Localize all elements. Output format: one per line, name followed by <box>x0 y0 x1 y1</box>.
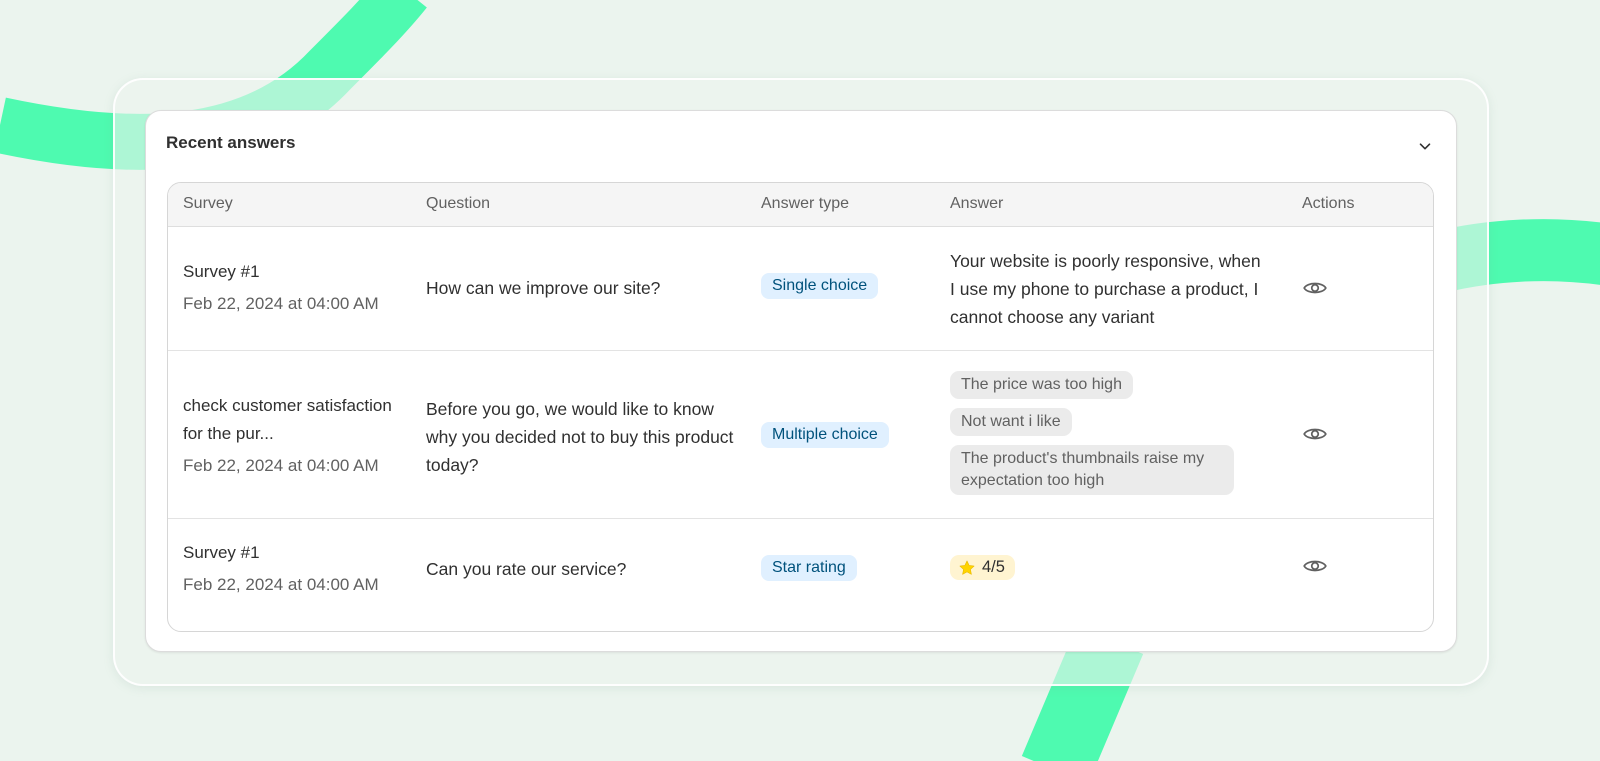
table-header: Survey Question Answer type Answer Actio… <box>168 183 1433 227</box>
eye-icon[interactable] <box>1302 275 1328 301</box>
survey-cell: Survey #1 Feb 22, 2024 at 04:00 AM <box>183 258 413 316</box>
survey-cell: check customer satisfaction for the pur.… <box>183 392 413 478</box>
answer-chip: The product's thumbnails raise my expect… <box>950 445 1234 495</box>
answer-type-cell: Multiple choice <box>761 422 889 448</box>
survey-cell: Survey #1 Feb 22, 2024 at 04:00 AM <box>183 539 413 597</box>
answer-chip: Not want i like <box>950 408 1072 436</box>
chevron-down-icon[interactable] <box>1416 137 1434 155</box>
table-row: check customer satisfaction for the pur.… <box>168 351 1433 519</box>
survey-name: check customer satisfaction for the pur.… <box>183 396 392 443</box>
header-answer: Answer <box>950 195 1004 212</box>
eye-icon[interactable] <box>1302 421 1328 447</box>
table-row: Survey #1 Feb 22, 2024 at 04:00 AM How c… <box>168 226 1433 351</box>
rating-chip: 4/5 <box>950 555 1015 580</box>
answer-type-badge: Single choice <box>761 273 879 299</box>
answer-type-badge: Multiple choice <box>761 422 889 448</box>
answer-type-badge: Star rating <box>761 555 857 581</box>
survey-name: Survey #1 <box>183 262 260 281</box>
survey-date: Feb 22, 2024 at 04:00 AM <box>183 456 379 475</box>
table-row: Survey #1 Feb 22, 2024 at 04:00 AM Can y… <box>168 519 1433 631</box>
answers-table: Survey Question Answer type Answer Actio… <box>167 182 1434 632</box>
rating-value: 4/5 <box>982 558 1005 576</box>
rating-cell: 4/5 <box>950 555 1015 582</box>
eye-icon[interactable] <box>1302 553 1328 579</box>
answer-chip: The price was too high <box>950 371 1133 399</box>
header-survey: Survey <box>183 195 233 212</box>
answer-type-cell: Star rating <box>761 555 857 581</box>
header-actions: Actions <box>1302 195 1355 212</box>
header-question: Question <box>426 195 491 212</box>
recent-answers-card: Recent answers Survey Question Answer ty… <box>145 110 1457 652</box>
star-icon <box>959 560 975 575</box>
view-action[interactable] <box>1302 553 1328 579</box>
survey-date: Feb 22, 2024 at 04:00 AM <box>183 294 379 313</box>
question-text: Before you go, we would like to know why… <box>426 399 734 475</box>
card-title: Recent answers <box>166 133 296 152</box>
survey-name: Survey #1 <box>183 543 260 562</box>
view-action[interactable] <box>1302 421 1328 447</box>
survey-date: Feb 22, 2024 at 04:00 AM <box>183 575 379 594</box>
header-answer-type: Answer type <box>761 195 850 212</box>
answer-text: Your website is poorly responsive, when … <box>950 251 1261 327</box>
answer-chips: The price was too high Not want i like T… <box>950 371 1280 504</box>
question-text: Can you rate our service? <box>426 559 627 579</box>
view-action[interactable] <box>1302 275 1328 301</box>
answer-type-cell: Single choice <box>761 273 879 299</box>
question-text: How can we improve our site? <box>426 278 661 298</box>
